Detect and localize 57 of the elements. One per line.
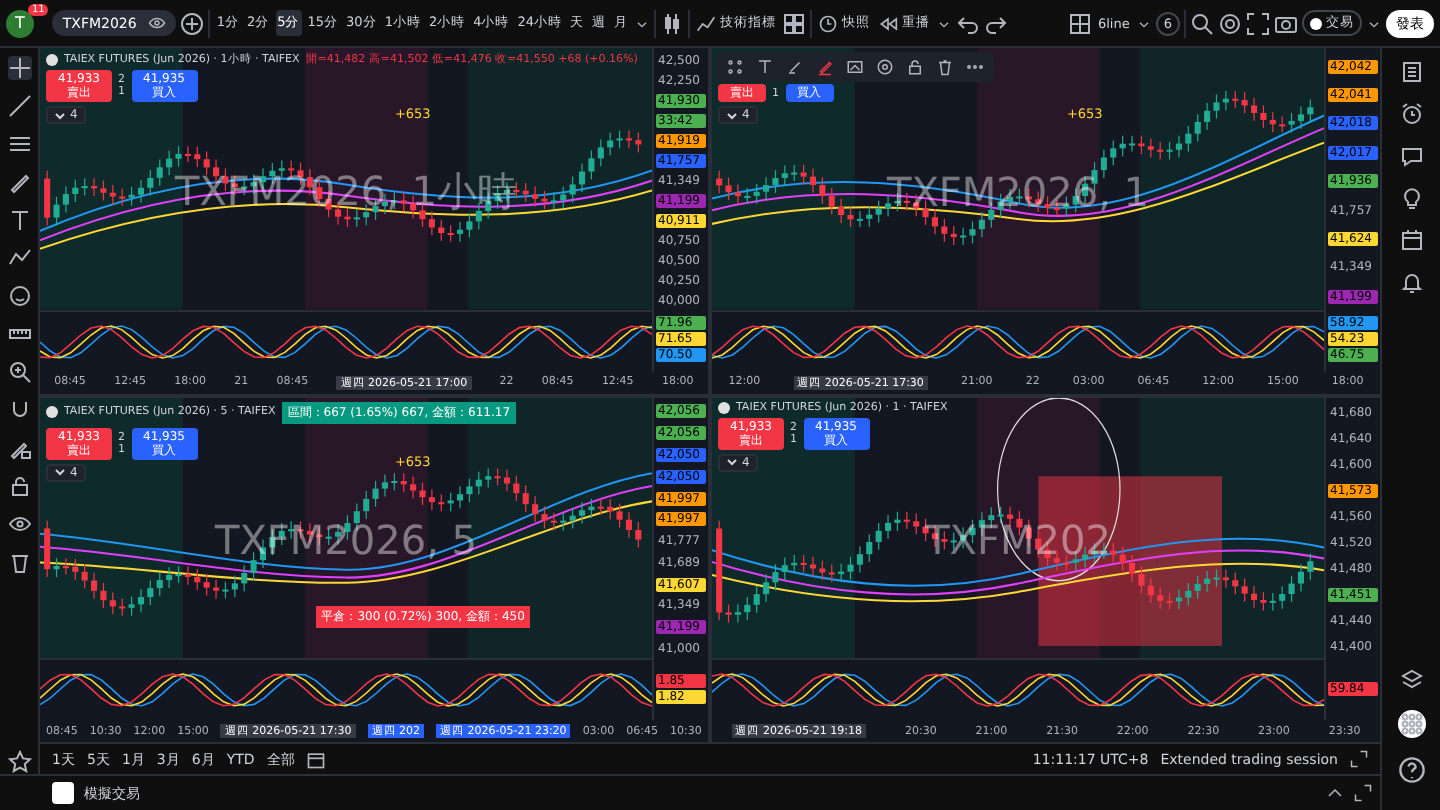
- trend-line-icon[interactable]: [7, 94, 31, 118]
- settings-icon[interactable]: [1218, 11, 1242, 35]
- brush-icon[interactable]: [7, 170, 31, 194]
- crosshair-icon[interactable]: [7, 56, 31, 80]
- brush-icon[interactable]: [786, 58, 804, 76]
- layers-icon[interactable]: [1399, 668, 1423, 692]
- text-icon[interactable]: [7, 208, 31, 232]
- bulb-icon[interactable]: [1399, 186, 1423, 210]
- undo-icon[interactable]: [956, 11, 981, 35]
- magnet-icon[interactable]: [7, 398, 31, 422]
- star-icon[interactable]: [7, 750, 31, 774]
- fullscreen-icon[interactable]: [1246, 11, 1270, 35]
- target-icon[interactable]: [876, 58, 894, 76]
- candle-style-icon[interactable]: [660, 11, 685, 35]
- chevron-down-icon: [726, 456, 738, 468]
- symbol-icon: [718, 401, 730, 413]
- search-icon[interactable]: [1190, 11, 1214, 35]
- drag-handle-icon[interactable]: [726, 58, 744, 76]
- chat-icon[interactable]: [1399, 144, 1423, 168]
- rewind-icon[interactable]: [878, 13, 899, 33]
- lock-icon[interactable]: [7, 474, 31, 498]
- clock-icon[interactable]: [818, 13, 839, 33]
- calendar-range-icon[interactable]: [306, 749, 327, 769]
- chevron-up-icon[interactable]: [1326, 784, 1344, 802]
- trash-icon[interactable]: [7, 550, 31, 574]
- lock-icon[interactable]: [906, 58, 924, 76]
- bell-icon[interactable]: [1399, 270, 1423, 294]
- apps-grid-icon[interactable]: [1397, 710, 1425, 738]
- expand-icon[interactable]: [1350, 750, 1368, 768]
- chevron-down-icon: [54, 109, 66, 121]
- symbol-icon: [46, 406, 58, 418]
- add-icon[interactable]: [180, 11, 205, 35]
- lines-icon[interactable]: [7, 132, 31, 156]
- text-icon[interactable]: [756, 58, 774, 76]
- layout-grid-icon[interactable]: [782, 11, 807, 35]
- image-icon[interactable]: [846, 58, 864, 76]
- zoom-in-icon[interactable]: [7, 360, 31, 384]
- chevron-down-icon: [726, 109, 738, 121]
- avatar[interactable]: T: [6, 9, 34, 37]
- emoji-icon[interactable]: [7, 284, 31, 308]
- layout-grid-icon[interactable]: [1067, 11, 1092, 35]
- eye-icon[interactable]: [7, 512, 31, 536]
- calendar-icon[interactable]: [1399, 228, 1423, 252]
- watchlist-icon[interactable]: [1399, 60, 1423, 84]
- symbol-icon: [46, 53, 58, 65]
- camera-icon[interactable]: [1274, 11, 1298, 35]
- indicator-icon[interactable]: [696, 13, 717, 33]
- trash-icon[interactable]: [936, 58, 954, 76]
- alarm-clock-icon[interactable]: [1399, 102, 1423, 126]
- redo-icon[interactable]: [984, 11, 1009, 35]
- pattern-icon[interactable]: [7, 246, 31, 270]
- help-icon[interactable]: [1397, 756, 1425, 784]
- expand-icon[interactable]: [1354, 784, 1372, 802]
- paper-trading-logo: [52, 782, 74, 804]
- chevron-down-icon: [54, 466, 66, 478]
- pen-icon[interactable]: [816, 58, 834, 76]
- eye-icon[interactable]: [148, 14, 167, 32]
